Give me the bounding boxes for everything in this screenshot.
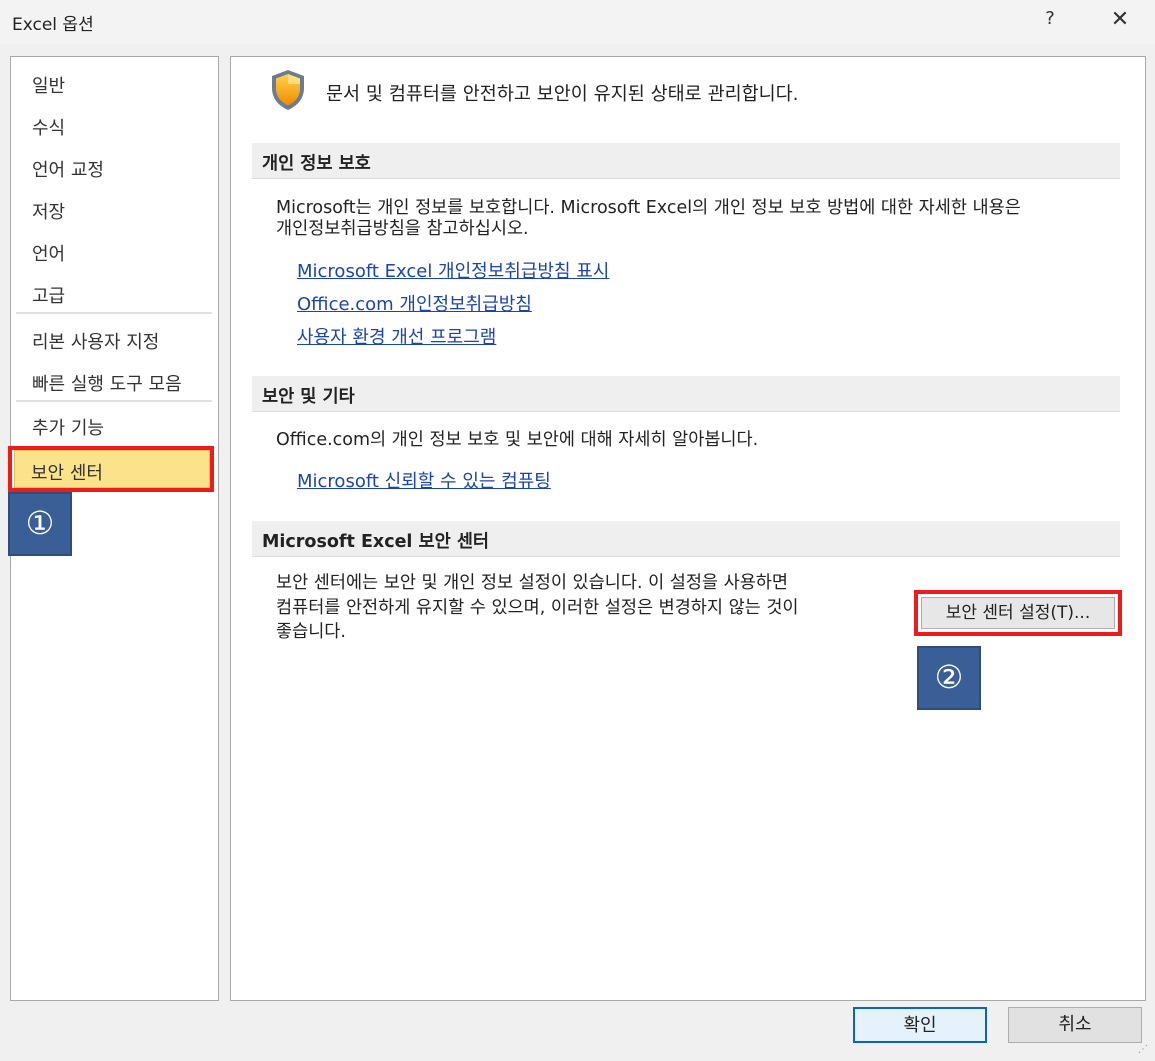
trust-center-text-line-1: 보안 센터에는 보안 및 개인 정보 설정이 있습니다. 이 설정을 사용하면 xyxy=(276,573,788,593)
privacy-text-line-2: 개인정보취급방침을 참고하십시오. xyxy=(276,219,529,239)
title-bar: Excel 옵션 ? ✕ xyxy=(0,0,1155,44)
trust-center-text-line-2: 컴퓨터를 안전하게 유지할 수 있으며, 이러한 설정은 변경하지 않는 것이 xyxy=(276,598,799,618)
cancel-button[interactable]: 취소 xyxy=(1008,1007,1142,1043)
trust-center-text-line-3: 좋습니다. xyxy=(276,622,346,642)
nav-item-advanced[interactable]: 고급 xyxy=(16,274,212,310)
nav-item-quick-access-toolbar[interactable]: 빠른 실행 도구 모음 xyxy=(16,362,212,398)
nav-item-save[interactable]: 저장 xyxy=(16,190,212,226)
ok-button[interactable]: 확인 xyxy=(853,1007,987,1043)
highlight-box-trust-center-settings xyxy=(914,590,1122,636)
nav-item-language[interactable]: 언어 xyxy=(16,232,212,268)
nav-item-add-ins[interactable]: 추가 기능 xyxy=(16,406,212,442)
nav-item-proofing[interactable]: 언어 교정 xyxy=(16,148,212,184)
help-button[interactable]: ? xyxy=(1038,8,1062,32)
shield-icon xyxy=(272,70,304,110)
privacy-text-line-1: Microsoft는 개인 정보를 보호합니다. Microsoft Excel… xyxy=(276,198,1021,218)
page-header-text: 문서 및 컴퓨터를 안전하고 보안이 유지된 상태로 관리합니다. xyxy=(326,84,799,105)
link-excel-privacy-statement[interactable]: Microsoft Excel 개인정보취급방침 표시 xyxy=(297,260,609,284)
section-trust-center-title: Microsoft Excel 보안 센터 xyxy=(252,521,1120,557)
highlight-box-trust-center xyxy=(8,446,214,492)
section-security-title: 보안 및 기타 xyxy=(252,376,1120,412)
security-text: Office.com의 개인 정보 보호 및 보안에 대해 자세히 알아봅니다. xyxy=(276,430,759,450)
link-customer-experience-program[interactable]: 사용자 환경 개선 프로그램 xyxy=(297,326,496,350)
nav-item-general[interactable]: 일반 xyxy=(16,64,212,100)
nav-divider xyxy=(16,400,212,402)
nav-divider xyxy=(16,312,212,314)
link-office-privacy-statement[interactable]: Office.com 개인정보취급방침 xyxy=(297,293,532,317)
step-badge-2: ② xyxy=(917,646,981,710)
window-title: Excel 옵션 xyxy=(12,15,94,35)
link-trustworthy-computing[interactable]: Microsoft 신뢰할 수 있는 컴퓨팅 xyxy=(297,470,551,494)
resize-grip-icon[interactable]: ⋰ xyxy=(1138,1044,1152,1058)
nav-item-formulas[interactable]: 수식 xyxy=(16,106,212,142)
step-badge-1: ① xyxy=(8,492,72,556)
close-button[interactable]: ✕ xyxy=(1106,6,1134,34)
section-privacy-title: 개인 정보 보호 xyxy=(252,143,1120,179)
nav-item-customize-ribbon[interactable]: 리본 사용자 지정 xyxy=(16,320,212,356)
